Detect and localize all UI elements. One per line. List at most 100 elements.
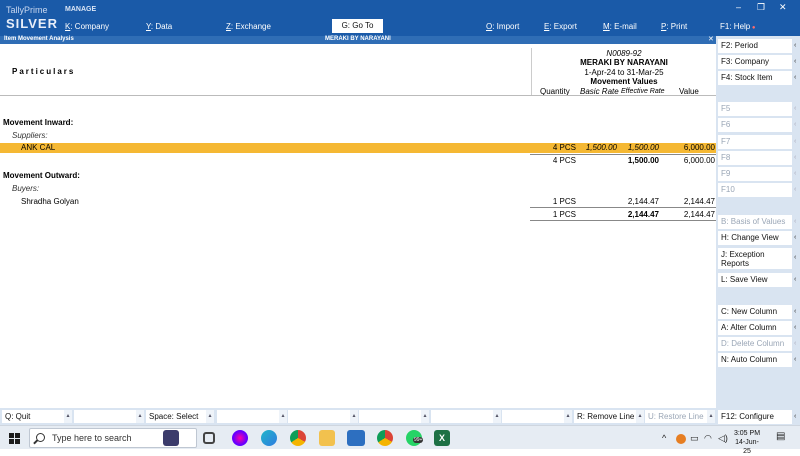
tray-app-icon[interactable]: [676, 434, 686, 444]
chevron-left-icon: ‹: [794, 154, 797, 161]
chevron-left-icon[interactable]: ‹: [794, 410, 800, 424]
system-clock[interactable]: 3:05 PM 14-Jun-25: [732, 429, 762, 456]
row-value: 6,000.00: [683, 143, 715, 152]
chevron-left-icon[interactable]: ‹: [794, 71, 800, 85]
restore-line-button[interactable]: U: Restore Line: [645, 410, 707, 423]
file-explorer-icon[interactable]: [319, 430, 335, 446]
task-view-icon[interactable]: [203, 432, 215, 444]
total-effective-rate: 1,500.00: [627, 156, 659, 165]
chevron-left-icon[interactable]: ‹: [794, 55, 800, 69]
header-rule: [0, 95, 716, 96]
f5-button[interactable]: F5: [718, 102, 792, 116]
change-view-button[interactable]: H: Change View: [718, 231, 792, 245]
basis-of-values-button[interactable]: B: Basis of Values: [718, 215, 792, 229]
chevron-left-icon[interactable]: ‹: [794, 251, 800, 265]
alter-column-button[interactable]: A: Alter Column: [718, 321, 792, 335]
report-period: 1-Apr-24 to 31-Mar-25: [584, 68, 664, 77]
minimize-icon[interactable]: –: [736, 2, 741, 12]
wifi-icon[interactable]: ◠: [704, 433, 712, 444]
f8-button[interactable]: F8: [718, 151, 792, 165]
delete-column-button[interactable]: D: Delete Column: [718, 337, 792, 351]
close-report-icon[interactable]: ✕: [708, 35, 714, 43]
movement-values-heading: Movement Values: [590, 77, 658, 86]
report-body: Particulars N0089-92 MERAKI BY NARAYANI …: [0, 44, 716, 408]
menu-company[interactable]: K: Company: [65, 22, 109, 31]
windows-start-icon[interactable]: [9, 433, 20, 444]
total-rule: [530, 220, 716, 221]
report-title-bar: Item Movement Analysis MERAKI BY NARAYAN…: [0, 36, 716, 44]
chevron-left-icon: ‹: [794, 170, 797, 177]
new-column-button[interactable]: C: New Column: [718, 305, 792, 319]
clock-date: 14-Jun-25: [735, 439, 759, 455]
outward-total-row: 1 PCS 2,144.47 2,144.47: [0, 210, 716, 220]
chevron-left-icon[interactable]: ‹: [794, 231, 800, 245]
chevron-left-icon: ‹: [794, 340, 797, 347]
chevron-up-icon: ▴: [707, 410, 715, 423]
bottom-slot-5: [288, 410, 350, 423]
menu-print[interactable]: P: Print: [661, 22, 687, 31]
particulars-heading: Particulars: [12, 67, 76, 76]
restore-icon[interactable]: ❐: [757, 2, 765, 13]
bottom-slot-6: [359, 410, 421, 423]
chevron-up-icon: ▴: [279, 410, 287, 423]
total-quantity: 1 PCS: [552, 210, 576, 219]
stock-item-button[interactable]: F4: Stock Item: [718, 71, 792, 85]
configure-button[interactable]: F12: Configure: [718, 410, 792, 424]
menu-import[interactable]: O: Import: [486, 22, 519, 31]
row-basic-rate: 1,500.00: [585, 143, 617, 152]
chrome-icon[interactable]: [377, 430, 393, 446]
table-row[interactable]: Shradha Golyan 1 PCS 2,144.47 2,144.47: [0, 197, 716, 207]
menu-help[interactable]: F1: Help ●: [720, 22, 756, 31]
table-row[interactable]: ANK CAL 4 PCS 1,500.00 1,500.00 6,000.00: [0, 143, 716, 153]
brand-tallyprime: TallyPrime: [6, 5, 48, 15]
total-quantity: 4 PCS: [552, 156, 576, 165]
chevron-left-icon[interactable]: ‹: [794, 39, 800, 53]
chevron-up-icon[interactable]: ^: [662, 433, 666, 443]
menu-data[interactable]: Y: Data: [146, 22, 172, 31]
chevron-left-icon[interactable]: ‹: [794, 353, 800, 367]
quit-button[interactable]: Q: Quit: [2, 410, 64, 423]
bottom-slot-8: [502, 410, 564, 423]
chevron-left-icon[interactable]: ‹: [794, 273, 800, 287]
close-window-icon[interactable]: ✕: [779, 2, 787, 13]
report-name: Item Movement Analysis: [4, 36, 74, 42]
battery-icon[interactable]: ▭: [690, 433, 699, 444]
select-button[interactable]: Space: Select: [146, 410, 206, 423]
row-quantity: 4 PCS: [552, 143, 576, 152]
remove-line-button[interactable]: R: Remove Line: [574, 410, 636, 423]
f9-button[interactable]: F9: [718, 167, 792, 181]
goto-button[interactable]: G: Go To: [332, 19, 383, 33]
f7-button[interactable]: F7: [718, 135, 792, 149]
chevron-up-icon: ▴: [636, 410, 644, 423]
f10-button[interactable]: F10: [718, 183, 792, 197]
menu-email[interactable]: M: E-mail: [603, 22, 637, 31]
menu-exchange[interactable]: Z: Exchange: [226, 22, 271, 31]
exception-reports-button[interactable]: J: Exception Reports: [718, 248, 792, 269]
chevron-left-icon: ‹: [794, 218, 797, 225]
notifications-icon[interactable]: ▤: [776, 431, 785, 442]
column-effective-rate: Effective Rate: [621, 88, 665, 95]
inward-total-row: 4 PCS 1,500.00 6,000.00: [0, 156, 716, 166]
menu-export[interactable]: E: Export: [544, 22, 577, 31]
row-effective-rate: 2,144.47: [627, 197, 659, 206]
company-button[interactable]: F3: Company: [718, 55, 792, 69]
total-value: 6,000.00: [683, 156, 715, 165]
chevron-left-icon[interactable]: ‹: [794, 321, 800, 335]
chevron-left-icon: ‹: [794, 186, 797, 193]
save-view-button[interactable]: L: Save View: [718, 273, 792, 287]
copilot-icon[interactable]: [232, 430, 248, 446]
period-button[interactable]: F2: Period: [718, 39, 792, 53]
chrome-icon[interactable]: [290, 430, 306, 446]
f6-button[interactable]: F6: [718, 118, 792, 132]
auto-column-button[interactable]: N: Auto Column: [718, 353, 792, 367]
volume-icon[interactable]: ◁): [718, 433, 728, 444]
chevron-left-icon[interactable]: ‹: [794, 305, 800, 319]
total-effective-rate: 2,144.47: [627, 210, 659, 219]
edge-icon[interactable]: [261, 430, 277, 446]
excel-icon[interactable]: X: [434, 430, 450, 446]
chevron-up-icon: ▴: [136, 410, 144, 423]
top-header: TallyPrime SILVER MANAGE K: Company Y: D…: [0, 0, 800, 36]
clapper-icon[interactable]: [163, 430, 179, 446]
tally-app-icon[interactable]: [347, 430, 365, 446]
notification-badge: 99+: [413, 437, 424, 443]
